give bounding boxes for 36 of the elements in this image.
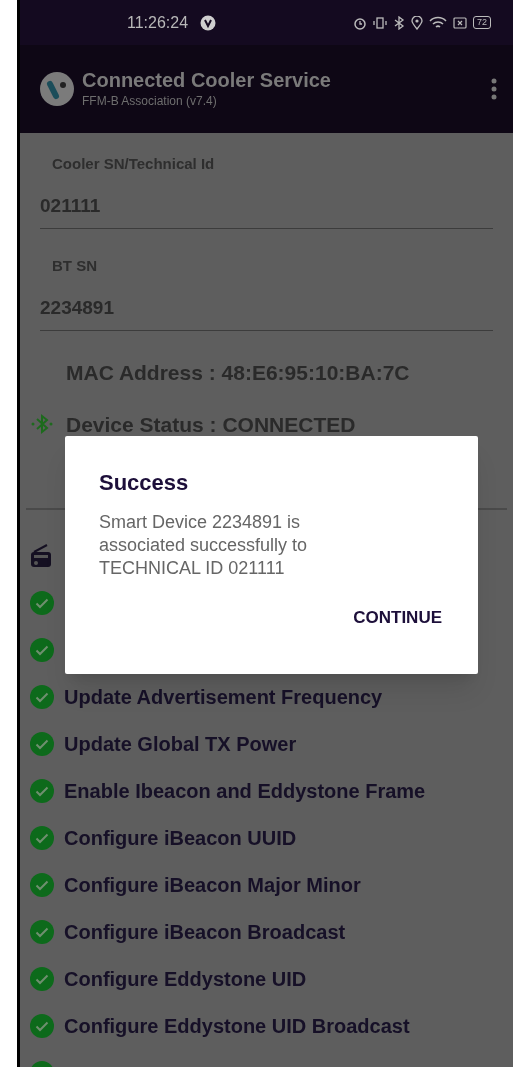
app-subtitle: FFM-B Association (v7.4) bbox=[82, 93, 218, 110]
step-label: Configure iBeacon Broadcast bbox=[64, 919, 346, 945]
app-notification-icon bbox=[200, 14, 217, 31]
alarm-icon bbox=[353, 15, 367, 30]
vibrate-icon bbox=[373, 15, 387, 30]
dialog-message: Smart Device 2234891 is associated successfully to TECHNICAL ID 021111 bbox=[99, 511, 309, 580]
radio-icon bbox=[30, 543, 52, 568]
step-label: Configure iBeacon Major Minor bbox=[64, 872, 361, 898]
status-time: 11:26:24 bbox=[127, 12, 189, 33]
check-circle-icon bbox=[30, 1013, 54, 1038]
check-circle-icon bbox=[30, 919, 54, 944]
check-circle-icon bbox=[30, 590, 54, 615]
location-icon bbox=[411, 15, 423, 30]
app-title: Connected Cooler Service bbox=[82, 68, 331, 92]
wifi-icon bbox=[429, 15, 447, 30]
step-label: Configure Eddystone UID bbox=[64, 966, 307, 992]
step-label: Configure iBeacon UUID bbox=[64, 825, 297, 851]
check-circle-icon bbox=[30, 966, 54, 991]
check-circle-icon bbox=[30, 731, 54, 756]
step-label: Update Advertisement Frequency bbox=[64, 684, 383, 710]
bluetooth-icon bbox=[30, 412, 54, 437]
step-label: Configure Eddystone UID Broadcast bbox=[64, 1013, 410, 1039]
check-circle-icon bbox=[30, 778, 54, 803]
step-label: Enable Ibeacon and Eddystone Frame bbox=[64, 778, 426, 804]
more-menu-icon[interactable] bbox=[491, 78, 497, 100]
app-logo-icon bbox=[40, 72, 74, 106]
bluetooth-icon bbox=[393, 15, 405, 30]
check-circle-icon bbox=[30, 637, 54, 662]
check-circle-icon bbox=[30, 684, 54, 709]
check-circle-icon bbox=[30, 872, 54, 897]
check-circle-icon bbox=[30, 825, 54, 850]
sim-icon bbox=[453, 16, 467, 29]
step-label: Update Global TX Power bbox=[64, 731, 297, 757]
battery-level: 72 bbox=[473, 16, 491, 29]
dialog-title: Success bbox=[99, 469, 190, 497]
continue-button[interactable]: CONTINUE bbox=[351, 600, 444, 634]
